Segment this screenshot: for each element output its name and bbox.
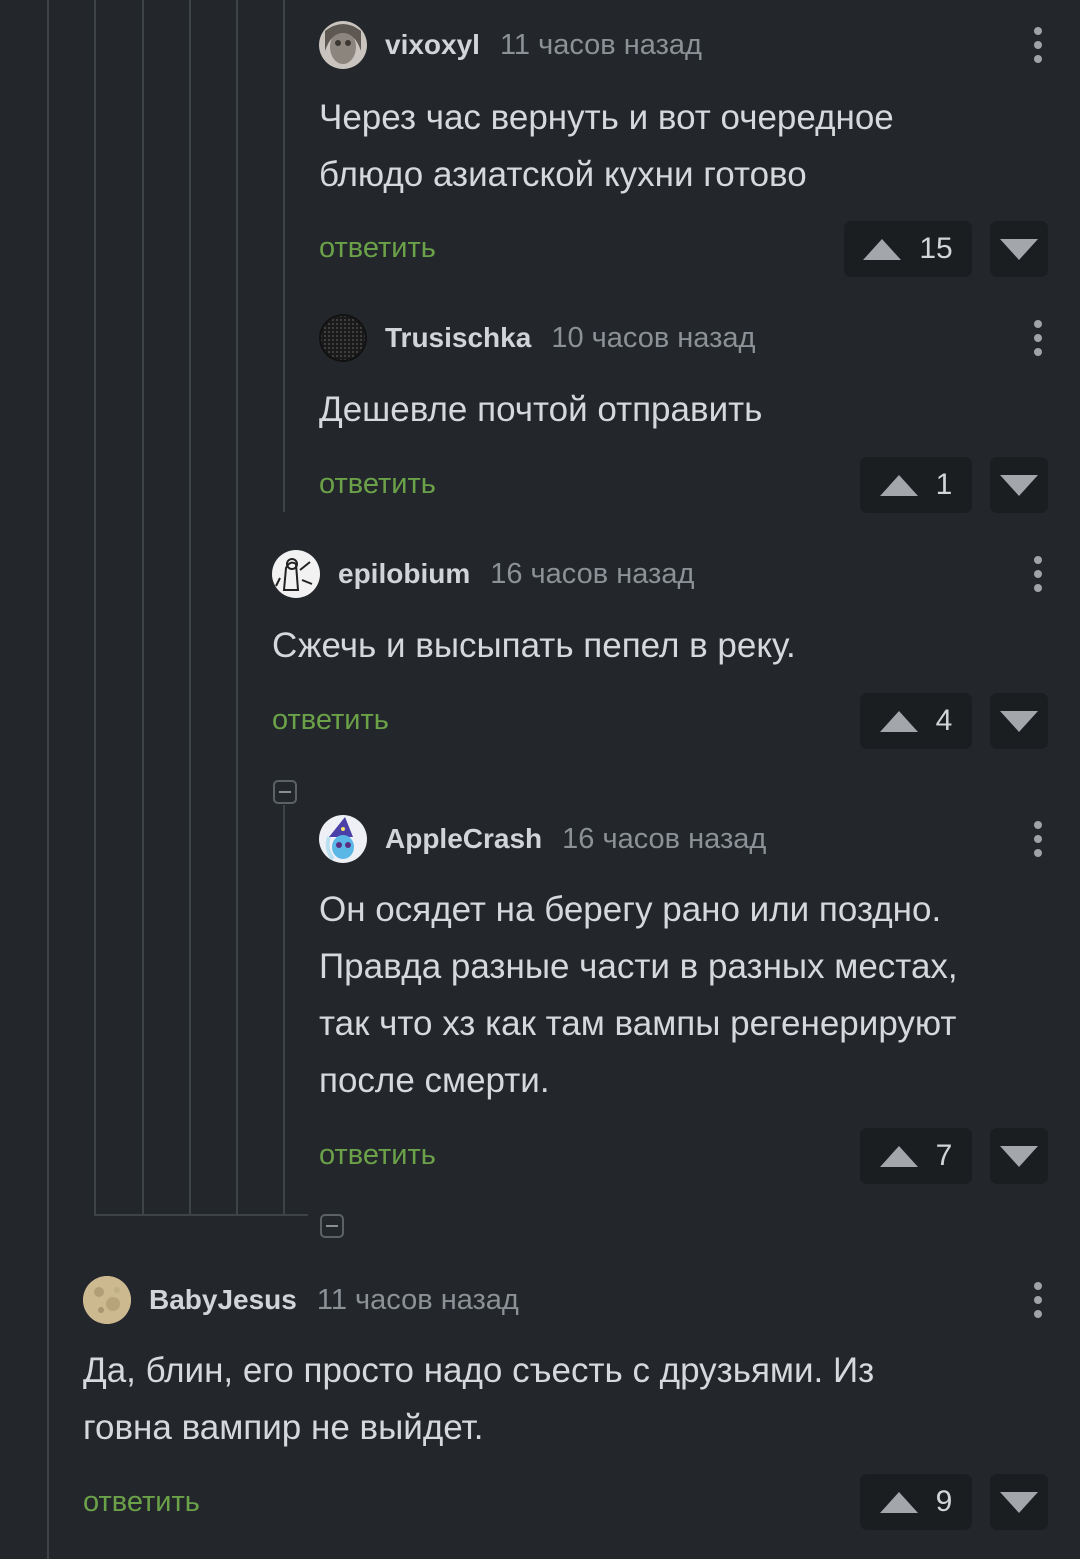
downvote-button[interactable]	[990, 457, 1048, 513]
upvote-button[interactable]: 15	[844, 221, 972, 277]
upvote-button[interactable]: 9	[860, 1474, 972, 1530]
more-options-icon[interactable]	[1028, 20, 1048, 70]
downvote-button[interactable]	[990, 221, 1048, 277]
reply-link[interactable]: ответить	[319, 468, 436, 501]
thread-line[interactable]	[189, 0, 191, 1214]
thread-line[interactable]	[94, 0, 96, 1214]
downvote-button[interactable]	[990, 693, 1048, 749]
vote-count: 7	[935, 1139, 953, 1172]
comment-time: 11 часов назад	[499, 28, 702, 61]
comment-author[interactable]: BabyJesus	[149, 1284, 297, 1316]
downvote-button[interactable]	[990, 1128, 1048, 1184]
more-options-icon[interactable]	[1028, 313, 1048, 363]
thread-line[interactable]	[283, 0, 285, 512]
vote-count: 15	[919, 232, 953, 265]
comment-time: 11 часов назад	[316, 1283, 519, 1316]
thread-line[interactable]	[47, 0, 49, 1559]
vote-count: 9	[935, 1485, 953, 1518]
comment-text: Да, блин, его просто надо съесть с друзь…	[83, 1351, 875, 1447]
comment-author[interactable]: AppleCrash	[385, 823, 542, 855]
thread-line-end	[94, 1214, 308, 1216]
reply-link[interactable]: ответить	[272, 704, 389, 737]
comment-author[interactable]: vixoxyl	[385, 29, 480, 61]
upvote-arrow-icon	[879, 710, 918, 732]
upvote-arrow-icon	[879, 474, 918, 496]
comment-time: 16 часов назад	[562, 822, 767, 855]
reply-link[interactable]: ответить	[83, 1486, 200, 1519]
upvote-arrow-icon	[879, 1145, 918, 1167]
reply-link[interactable]: ответить	[319, 1139, 436, 1172]
downvote-arrow-icon	[1000, 710, 1038, 732]
comment: vixoxyl 11 часов назад Через час вернуть…	[319, 20, 1048, 280]
upvote-button[interactable]: 4	[860, 693, 972, 749]
pony-avatar-icon[interactable]	[319, 815, 367, 863]
comment: AppleCrash 16 часов назад Он осядет на б…	[319, 814, 1048, 1194]
downvote-button[interactable]	[990, 1474, 1048, 1530]
upvote-arrow-icon	[879, 1491, 918, 1513]
more-options-icon[interactable]	[1028, 814, 1048, 864]
downvote-arrow-icon	[1000, 474, 1038, 496]
more-options-icon[interactable]	[1028, 1275, 1048, 1325]
face-avatar-icon[interactable]	[319, 21, 367, 69]
thread-line[interactable]	[283, 805, 285, 1214]
thread-line[interactable]	[142, 0, 144, 1214]
more-options-icon[interactable]	[1028, 549, 1048, 599]
downvote-arrow-icon	[1000, 1491, 1038, 1513]
comment-author[interactable]: Trusischka	[385, 322, 531, 354]
moon-avatar-icon[interactable]	[83, 1276, 131, 1324]
sketch-avatar-icon[interactable]	[272, 550, 320, 598]
upvote-button[interactable]: 7	[860, 1128, 972, 1184]
upvote-button[interactable]: 1	[860, 457, 972, 513]
comment-text: Он осядет на берегу рано или поздно. Пра…	[319, 890, 958, 1100]
downvote-arrow-icon	[1000, 238, 1038, 260]
comment-text: Дешевле почтой отправить	[319, 390, 763, 429]
speaker-grille-avatar-icon[interactable]	[319, 314, 367, 362]
vote-count: 1	[935, 468, 953, 501]
comment-text: Сжечь и высыпать пепел в реку.	[272, 626, 796, 665]
reply-link[interactable]: ответить	[319, 232, 436, 265]
collapse-thread-button[interactable]	[273, 780, 297, 804]
comment-text: Через час вернуть и вот очередное блюдо …	[319, 98, 894, 194]
thread-line[interactable]	[236, 0, 238, 1214]
comment-time: 10 часов назад	[551, 321, 756, 354]
comment-time: 16 часов назад	[490, 557, 695, 590]
comment-author[interactable]: epilobium	[338, 558, 470, 590]
downvote-arrow-icon	[1000, 1145, 1038, 1167]
comment: BabyJesus 11 часов назад Да, блин, его п…	[83, 1275, 1048, 1535]
vote-count: 4	[935, 704, 953, 737]
comment: Trusischka 10 часов назад Дешевле почтой…	[319, 313, 1048, 518]
comment: epilobium 16 часов назад Сжечь и высыпат…	[272, 549, 1048, 754]
collapse-thread-button[interactable]	[320, 1214, 344, 1238]
upvote-arrow-icon	[863, 238, 902, 260]
